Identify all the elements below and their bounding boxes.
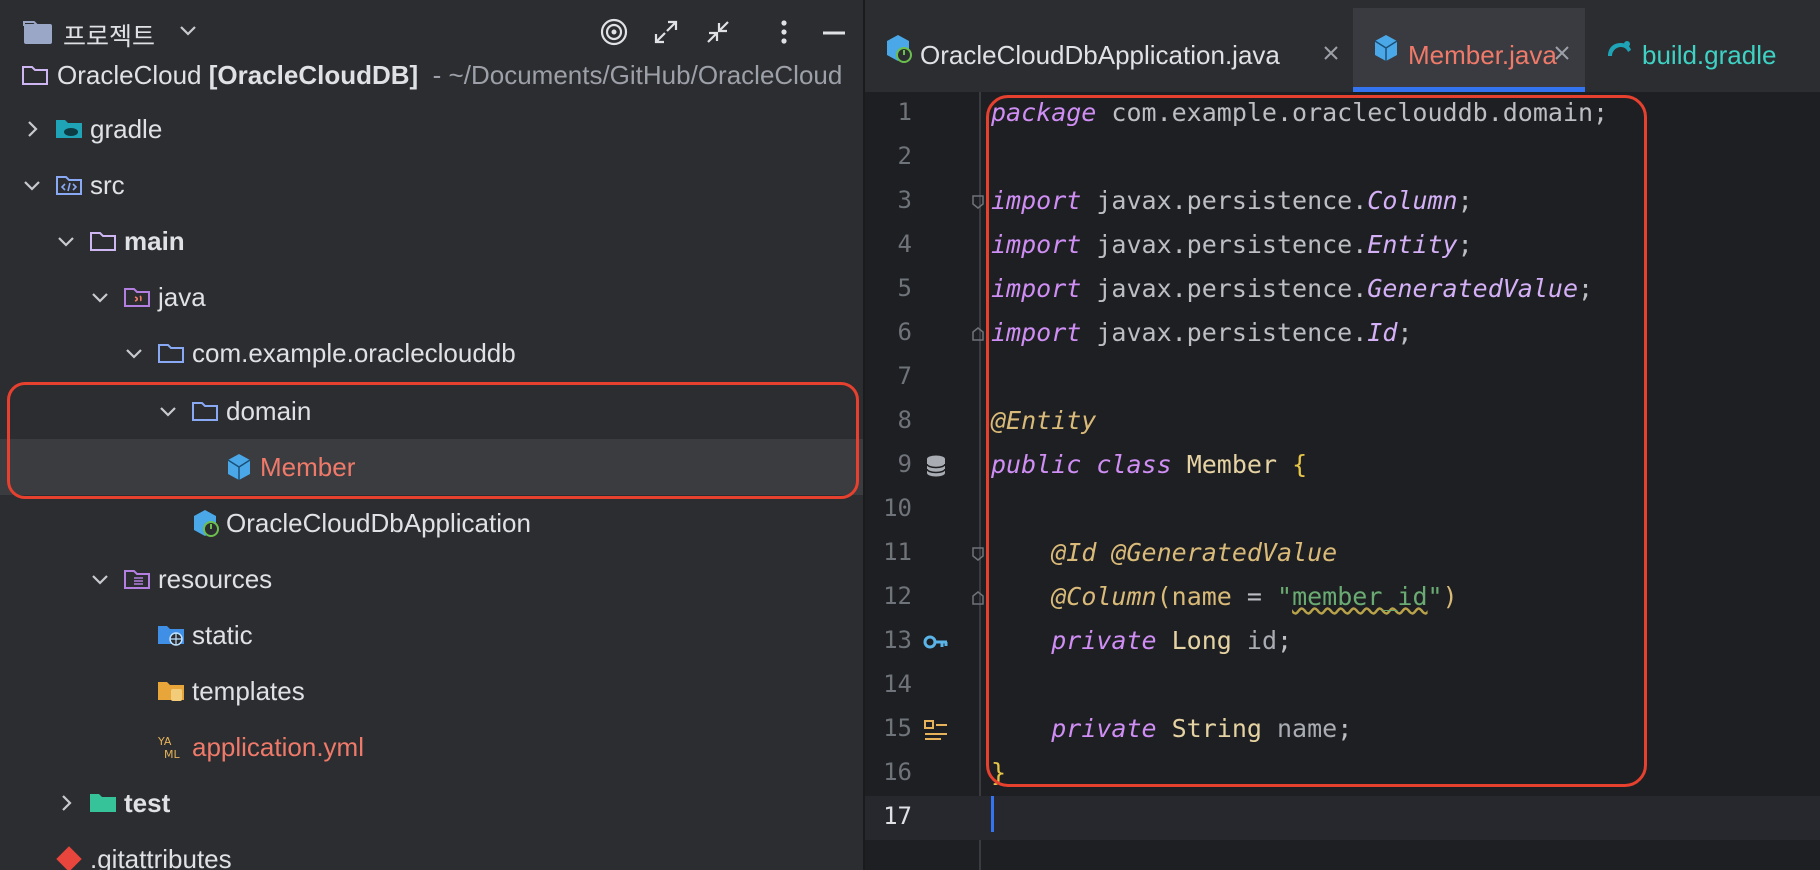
chevron-down-icon[interactable] — [56, 231, 76, 251]
text-caret — [991, 796, 994, 832]
fold-end-icon[interactable] — [971, 326, 985, 342]
locate-target-icon[interactable] — [598, 16, 630, 48]
tree-row-src[interactable]: src — [0, 157, 863, 213]
tab-build-gradle[interactable]: build.gradle — [1587, 8, 1820, 92]
tree-row-gitattributes[interactable]: .gitattributes — [0, 831, 863, 870]
tree-row-package[interactable]: com.example.oracleclouddb — [0, 325, 863, 381]
annotation-highlight-code — [986, 95, 1647, 787]
close-icon[interactable] — [1322, 44, 1340, 62]
tree-label-gradle: gradle — [90, 114, 163, 144]
tree-row-gradle[interactable]: gradle — [0, 101, 863, 157]
more-options-icon[interactable] — [768, 16, 800, 48]
fold-start-icon[interactable] — [971, 546, 985, 562]
tree-label-application-yml: application.yml — [192, 732, 364, 762]
tree-label-src: src — [90, 170, 125, 200]
line-number: 16 — [883, 758, 912, 786]
fold-end-icon[interactable] — [971, 590, 985, 606]
chevron-down-icon[interactable] — [178, 24, 198, 38]
test-folder-icon — [90, 794, 116, 812]
tree-label-templates: templates — [192, 676, 305, 706]
gradle-folder-icon — [56, 120, 82, 138]
tab-label: Member.java — [1408, 40, 1557, 70]
yaml-icon: YAML — [157, 735, 180, 761]
svg-text:ML: ML — [164, 748, 180, 761]
tree-label-static: static — [192, 620, 253, 650]
tree-label-resources: resources — [158, 564, 273, 594]
package-icon — [158, 344, 184, 363]
tree-row-main[interactable]: main — [0, 213, 863, 269]
chevron-down-icon[interactable] — [90, 287, 110, 307]
chevron-right-icon[interactable] — [56, 793, 76, 813]
tab-label: OracleCloudDbApplication.java — [920, 40, 1280, 70]
primary-key-icon[interactable] — [923, 629, 949, 655]
resources-folder-icon — [124, 570, 150, 589]
tab-label: build.gradle — [1642, 40, 1777, 70]
tree-row-application-yml[interactable]: YA ML application.yml — [0, 719, 863, 775]
line-number: 12 — [883, 582, 912, 610]
line-number: 15 — [883, 714, 912, 742]
line-number: 3 — [897, 186, 912, 214]
panel-title[interactable]: 프로젝트 — [63, 17, 155, 53]
line-number: 13 — [883, 626, 912, 654]
line-number: 5 — [897, 274, 912, 302]
java-source-root-icon — [124, 288, 150, 307]
column-field-icon[interactable] — [923, 717, 949, 743]
chevron-right-icon[interactable] — [22, 119, 42, 139]
tree-row-java[interactable]: java — [0, 269, 863, 325]
git-icon — [56, 846, 82, 870]
line-number: 14 — [883, 670, 912, 698]
tree-label-gitattributes: .gitattributes — [90, 844, 232, 870]
gradle-icon — [1608, 41, 1631, 56]
tree-label-application: OracleCloudDbApplication — [226, 508, 531, 538]
folder-icon — [22, 66, 48, 85]
close-icon[interactable] — [1553, 44, 1571, 62]
tree-label-root: OracleCloud — [57, 60, 202, 90]
web-folder-icon — [158, 626, 184, 646]
java-class-icon — [1374, 35, 1398, 61]
minimize-icon[interactable] — [818, 16, 850, 48]
database-entity-icon[interactable] — [923, 453, 949, 479]
line-number: 17 — [883, 802, 912, 830]
tree-label-test: test — [124, 788, 171, 818]
code-line-17[interactable]: 17 — [865, 796, 1820, 840]
expand-all-icon[interactable] — [650, 16, 682, 48]
tree-row-static[interactable]: static — [0, 607, 863, 663]
tree-label-root-path: - ~/Documents/GitHub/OracleCloud — [432, 60, 843, 90]
project-panel-header: 프로젝트 — [0, 0, 863, 62]
line-number: 6 — [897, 318, 912, 346]
fold-start-icon[interactable] — [971, 194, 985, 210]
tree-row-test[interactable]: test — [0, 775, 863, 831]
chevron-down-icon[interactable] — [124, 343, 144, 363]
collapse-all-icon[interactable] — [702, 16, 734, 48]
line-number: 8 — [897, 406, 912, 434]
tree-row-resources[interactable]: resources — [0, 551, 863, 607]
tree-label-main: main — [124, 226, 185, 256]
line-number: 11 — [883, 538, 912, 566]
editor-tab-bar: OracleCloudDbApplication.java Member.jav… — [865, 0, 1820, 92]
spring-boot-class-icon — [194, 510, 219, 537]
tree-row-templates[interactable]: templates — [0, 663, 863, 719]
tree-label-package: com.example.oracleclouddb — [192, 338, 516, 368]
chevron-down-icon[interactable] — [90, 569, 110, 589]
line-number: 7 — [897, 362, 912, 390]
folder-icon — [90, 232, 116, 251]
line-number: 9 — [897, 450, 912, 478]
source-folder-icon — [56, 176, 82, 195]
project-tool-window: OracleCloud [OracleCloudDB] - ~/Document… — [0, 0, 863, 870]
line-number: 10 — [883, 494, 912, 522]
templates-folder-icon — [158, 682, 184, 701]
svg-text:YA: YA — [157, 735, 172, 748]
tab-member-java[interactable]: Member.java — [1353, 8, 1585, 92]
project-view-icon[interactable] — [22, 18, 54, 46]
annotation-highlight-tree — [7, 382, 859, 499]
spring-boot-class-icon — [887, 35, 912, 63]
tab-oraclecloud-app[interactable]: OracleCloudDbApplication.java — [865, 8, 1351, 92]
tree-label-root-module: [OracleCloudDB] — [208, 60, 419, 90]
line-number: 1 — [897, 98, 912, 126]
tree-label-java: java — [158, 282, 206, 312]
tree-row-application[interactable]: OracleCloudDbApplication — [0, 495, 863, 551]
line-number: 4 — [897, 230, 912, 258]
line-number: 2 — [897, 142, 912, 170]
chevron-down-icon[interactable] — [22, 175, 42, 195]
